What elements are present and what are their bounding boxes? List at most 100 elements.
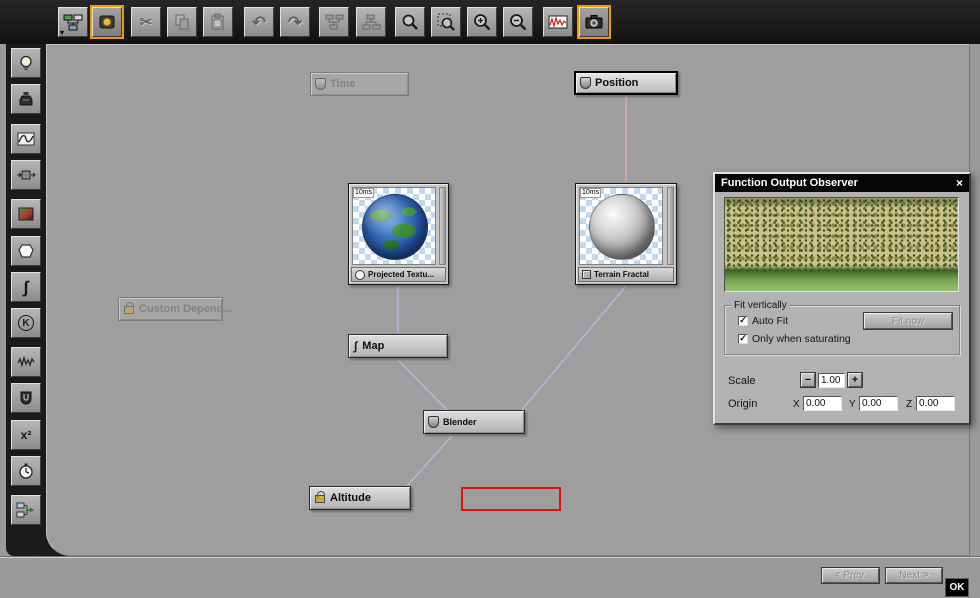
- noise-button[interactable]: [11, 347, 41, 377]
- node-title-bar: Terrain Fractal: [578, 267, 674, 282]
- ungroup-nodes-icon: [362, 14, 381, 30]
- node-projected-texture[interactable]: 10ms Projected Textu...: [348, 183, 449, 285]
- zoom-out-button[interactable]: [503, 7, 533, 37]
- node-label: Projected Textu...: [368, 270, 435, 279]
- origin-x-input[interactable]: [803, 396, 842, 411]
- node-label: Altitude: [330, 492, 371, 504]
- fit-now-button[interactable]: Fit now: [864, 313, 952, 329]
- render-time-badge: 10ms: [353, 188, 375, 198]
- window-titlebar[interactable]: Function Output Observer ×: [715, 174, 969, 192]
- render-observer-button[interactable]: [577, 5, 611, 39]
- math-button[interactable]: x²: [11, 420, 41, 450]
- prev-button[interactable]: < Prev.: [822, 568, 879, 583]
- origin-label: Origin: [728, 398, 758, 410]
- x-squared-icon: x²: [20, 428, 32, 442]
- zoom-tool-button[interactable]: [395, 7, 425, 37]
- axis-z-label: Z: [906, 399, 913, 410]
- node-terrain-fractal[interactable]: 10ms Terrain Fractal: [575, 183, 677, 285]
- copy-button[interactable]: [167, 7, 197, 37]
- constant-glyph: K: [22, 317, 30, 329]
- zoom-in-button[interactable]: [467, 7, 497, 37]
- origin-z-input[interactable]: [916, 396, 955, 411]
- node-label: Time: [330, 78, 356, 90]
- dropdown-arrow-icon[interactable]: ▾: [60, 29, 64, 37]
- lock-icon: [124, 302, 134, 314]
- axis-x-label: X: [793, 399, 800, 410]
- gradient-swatch-icon: [18, 207, 34, 221]
- zoom-out-icon: [510, 14, 527, 31]
- ok-button[interactable]: OK: [945, 578, 969, 597]
- texture-gradient-button[interactable]: [11, 199, 41, 229]
- node-label: Position: [595, 77, 639, 89]
- node-label: Custom Depend...: [139, 303, 233, 315]
- timer-button[interactable]: [11, 456, 41, 486]
- group-nodes-button[interactable]: [319, 7, 349, 37]
- node-io-button[interactable]: [11, 160, 41, 190]
- undo-button[interactable]: ↶: [244, 7, 274, 37]
- group-nodes-icon: [325, 14, 344, 30]
- texture-preview: [579, 187, 663, 265]
- function-shield-button[interactable]: [11, 383, 41, 413]
- checkbox[interactable]: ✓: [738, 333, 748, 344]
- node-side-strip: [439, 187, 446, 265]
- function-curve-button[interactable]: [11, 124, 41, 154]
- app-window: Time Position 10ms Projected Textu... 10…: [0, 0, 980, 598]
- scale-label: Scale: [728, 375, 756, 387]
- function-output-observer-window[interactable]: Function Output Observer × Fit verticall…: [713, 172, 971, 425]
- observer-toggle-button[interactable]: [90, 5, 124, 39]
- check-glyph: ✓: [739, 315, 747, 325]
- node-graph-exit-icon: [16, 502, 34, 518]
- ungroup-nodes-button[interactable]: [356, 7, 386, 37]
- plus-icon: +: [851, 374, 859, 386]
- node-palette-sidebar: ∫ K x²: [6, 44, 46, 556]
- node-custom-dependency[interactable]: Custom Depend...: [118, 297, 233, 321]
- constant-button[interactable]: K: [11, 308, 41, 338]
- group-label: Fit vertically: [731, 300, 790, 311]
- zoom-in-icon: [474, 14, 491, 31]
- node-map[interactable]: ∫ Map: [348, 334, 448, 358]
- paste-icon: [211, 13, 224, 30]
- function-shield-icon: [580, 77, 591, 89]
- light-source-button[interactable]: [11, 48, 41, 78]
- node-title-bar: Projected Textu...: [351, 267, 446, 282]
- only-when-saturating-checkbox[interactable]: ✓ Only when saturating: [738, 333, 851, 345]
- auto-fit-checkbox[interactable]: ✓ Auto Fit: [738, 315, 788, 327]
- axis-y-label: Y: [849, 399, 856, 410]
- noise-wave-icon: [17, 355, 35, 368]
- lock-icon: [315, 491, 325, 503]
- material-ink-button[interactable]: [11, 84, 41, 114]
- node-altitude[interactable]: Altitude: [309, 486, 411, 510]
- exit-node-graph-button[interactable]: [11, 495, 41, 525]
- waveform-observer-button[interactable]: [543, 7, 573, 37]
- texture-preview: [352, 187, 436, 265]
- earth-globe-image: [362, 194, 428, 260]
- close-icon[interactable]: ×: [956, 177, 963, 189]
- surface-blob-icon: [18, 244, 34, 258]
- cut-button[interactable]: ✂: [131, 7, 161, 37]
- ink-bottle-icon: [19, 92, 33, 106]
- waveform-icon: [548, 15, 568, 29]
- spline-button[interactable]: ∫: [11, 272, 41, 302]
- checkbox-label: Auto Fit: [752, 315, 789, 327]
- scale-increase-button[interactable]: +: [848, 373, 862, 387]
- map-curve-icon: ∫: [354, 339, 358, 353]
- node-label: Blender: [443, 417, 477, 427]
- function-shield-icon: [315, 78, 326, 90]
- node-label: Map: [362, 340, 385, 352]
- checkbox-label: Only when saturating: [752, 333, 851, 345]
- node-position[interactable]: Position: [574, 71, 678, 95]
- scale-decrease-button[interactable]: −: [801, 373, 815, 387]
- node-time[interactable]: Time: [310, 72, 409, 96]
- undo-icon: ↶: [251, 12, 267, 32]
- checkbox[interactable]: ✓: [738, 315, 748, 326]
- new-node-menu-button[interactable]: ▾: [58, 7, 88, 37]
- lightbulb-icon: [20, 55, 32, 70]
- scale-input[interactable]: [818, 373, 845, 388]
- next-button[interactable]: Next >: [886, 568, 942, 583]
- zoom-region-button[interactable]: [431, 7, 461, 37]
- origin-y-input[interactable]: [859, 396, 898, 411]
- redo-button[interactable]: ↷: [280, 7, 310, 37]
- surface-button[interactable]: [11, 236, 41, 266]
- node-blender[interactable]: Blender: [423, 410, 525, 434]
- paste-button[interactable]: [203, 7, 233, 37]
